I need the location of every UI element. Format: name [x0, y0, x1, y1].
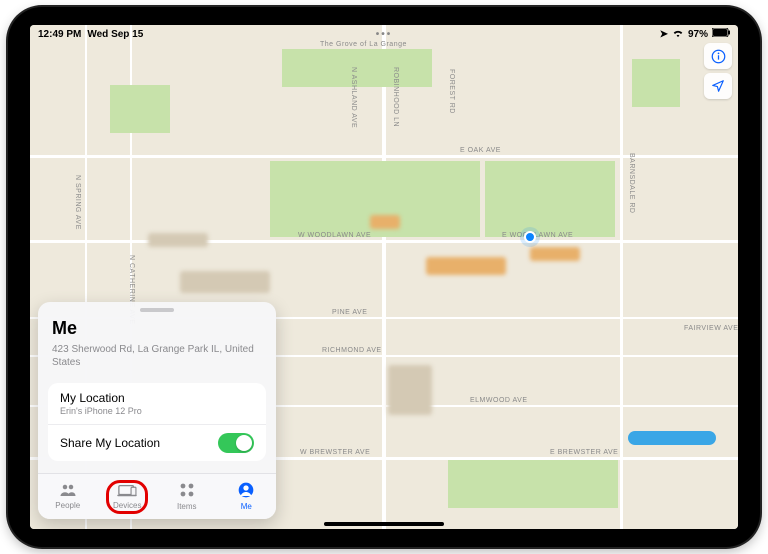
wifi-icon [672, 28, 684, 41]
row-title: My Location [60, 391, 142, 405]
pond [628, 431, 716, 445]
info-button[interactable] [704, 43, 732, 69]
tab-bar: People Devices Items [38, 473, 276, 519]
multitask-dots-icon[interactable]: ••• [376, 29, 393, 40]
ipad-frame: The Grove of La Grange E OAK AVE W WOODL… [8, 7, 760, 547]
screen: The Grove of La Grange E OAK AVE W WOODL… [30, 25, 738, 529]
battery-icon [712, 28, 730, 40]
redacted-area [426, 257, 506, 275]
user-location-dot[interactable] [524, 231, 536, 243]
tab-label: Items [177, 502, 197, 511]
map-controls [704, 43, 732, 99]
label-spring-n: N SPRING AVE [74, 175, 81, 230]
share-location-row: Share My Location [48, 425, 266, 461]
label-forest: FOREST RD [448, 69, 455, 114]
home-indicator[interactable] [324, 522, 444, 526]
row-subtitle: Erin's iPhone 12 Pro [60, 406, 142, 416]
label-robinhood: ROBINHOOD LN [392, 67, 399, 127]
tab-label: People [55, 501, 80, 510]
my-location-row[interactable]: My Location Erin's iPhone 12 Pro [48, 383, 266, 425]
park-area [632, 59, 680, 107]
redacted-area [370, 215, 400, 229]
location-indicator-icon: ➤ [660, 29, 668, 40]
panel-title: Me [52, 318, 262, 339]
me-panel: Me 423 Sherwood Rd, La Grange Park IL, U… [38, 302, 276, 519]
devices-icon [117, 484, 137, 500]
tab-people[interactable]: People [38, 474, 98, 519]
status-bar: 12:49 PM Wed Sep 15 ••• ➤ 97% [30, 25, 738, 43]
label-fairview: FAIRVIEW AVE [684, 325, 738, 332]
label-oak: E OAK AVE [460, 147, 501, 154]
label-woodlawn-w: W WOODLAWN AVE [298, 232, 371, 239]
label-ashland: N ASHLAND AVE [350, 67, 357, 128]
park-area [448, 460, 618, 508]
battery-pct: 97% [688, 29, 708, 40]
panel-grabber[interactable] [140, 308, 174, 312]
tab-devices[interactable]: Devices [98, 474, 158, 519]
park-area [485, 161, 615, 237]
tab-items[interactable]: Items [157, 474, 217, 519]
status-date: Wed Sep 15 [87, 29, 143, 40]
park-area [110, 85, 170, 133]
tab-label: Me [241, 502, 252, 511]
label-woodlawn-e: E WOODLAWN AVE [502, 232, 573, 239]
people-icon [59, 483, 77, 500]
redacted-area [388, 365, 432, 415]
status-time: 12:49 PM [38, 29, 81, 40]
redacted-area [530, 247, 580, 261]
locate-me-button[interactable] [704, 73, 732, 99]
label-elmwood: ELMWOOD AVE [470, 397, 528, 404]
me-icon [238, 482, 254, 501]
items-icon [179, 482, 195, 501]
tab-me[interactable]: Me [217, 474, 277, 519]
label-barnsdale: BARNSDALE RD [628, 153, 635, 213]
row-title: Share My Location [60, 436, 160, 450]
tab-label: Devices [113, 501, 141, 510]
label-brewster-e: E BREWSTER AVE [550, 449, 618, 456]
label-pine: PINE AVE [332, 309, 367, 316]
settings-card: My Location Erin's iPhone 12 Pro Share M… [48, 383, 266, 461]
park-area [282, 49, 432, 87]
redacted-area [148, 233, 208, 247]
panel-address: 423 Sherwood Rd, La Grange Park IL, Unit… [52, 343, 262, 369]
redacted-area [180, 271, 270, 293]
share-location-toggle[interactable] [218, 433, 254, 453]
label-brewster-w: W BREWSTER AVE [300, 449, 370, 456]
label-richmond: RICHMOND AVE [322, 347, 382, 354]
